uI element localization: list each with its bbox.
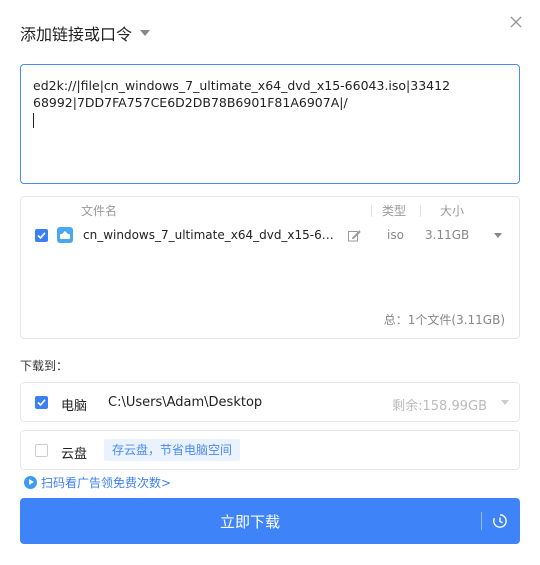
file-name: cn_windows_7_ultimate_x64_dvd_x15-66043.… <box>83 228 341 242</box>
text-cursor <box>33 113 34 128</box>
pc-target-row[interactable]: 电脑 C:\Users\Adam\Desktop 剩余:158.99GB <box>20 382 520 422</box>
column-divider <box>371 205 372 217</box>
column-header-type: 类型 <box>382 204 407 218</box>
schedule-download-button[interactable] <box>492 513 508 529</box>
check-icon <box>37 232 46 240</box>
free-space: 剩余:158.99GB <box>392 399 487 414</box>
close-button[interactable] <box>508 14 524 30</box>
pc-checkbox[interactable] <box>35 396 48 409</box>
download-button[interactable]: 立即下载 <box>20 498 520 544</box>
file-type: iso <box>387 228 404 242</box>
column-header-size: 大小 <box>440 204 465 218</box>
add-link-dialog: 添加链接或口令 ed2k://|file|cn_windows_7_ultima… <box>0 0 540 565</box>
file-list-panel: 文件名 类型 大小 cn_windows_7_ultimate_x64_dvd_… <box>20 196 520 339</box>
file-row[interactable]: cn_windows_7_ultimate_x64_dvd_x15-66043.… <box>21 225 519 249</box>
edit-icon[interactable] <box>347 228 361 242</box>
download-button-label: 立即下载 <box>219 513 280 531</box>
promo-link[interactable]: 扫码看广告领免费次数> <box>24 474 171 491</box>
dialog-title: 添加链接或口令 <box>20 25 133 44</box>
caret-down-icon <box>140 30 151 36</box>
file-size: 3.11GB <box>425 228 470 242</box>
file-checkbox[interactable] <box>35 229 48 242</box>
cloud-target-row[interactable]: 云盘 存云盘，节省电脑空间 <box>20 430 520 470</box>
column-header-name: 文件名 <box>81 204 118 218</box>
iso-file-icon <box>57 227 73 243</box>
cloud-label: 云盘 <box>61 447 88 462</box>
column-divider <box>420 205 421 217</box>
download-path[interactable]: C:\Users\Adam\Desktop <box>108 395 262 410</box>
link-input-value: ed2k://|file|cn_windows_7_ultimate_x64_d… <box>33 78 451 110</box>
title-dropdown[interactable]: 添加链接或口令 <box>20 21 151 45</box>
check-icon <box>37 399 46 407</box>
cloud-tag: 存云盘，节省电脑空间 <box>104 439 241 461</box>
path-dropdown-icon[interactable] <box>501 400 509 405</box>
pc-label: 电脑 <box>61 399 88 414</box>
button-divider <box>481 512 482 530</box>
close-icon <box>510 16 522 28</box>
file-total: 总：1个文件(3.11GB) <box>383 313 505 327</box>
link-input[interactable]: ed2k://|file|cn_windows_7_ultimate_x64_d… <box>20 64 520 184</box>
clock-icon <box>493 514 507 528</box>
play-icon <box>24 476 37 489</box>
download-to-label: 下载到： <box>20 359 69 373</box>
expand-chevron-icon[interactable] <box>494 233 502 238</box>
cloud-checkbox[interactable] <box>35 444 48 457</box>
promo-text: 扫码看广告领免费次数> <box>41 476 172 490</box>
